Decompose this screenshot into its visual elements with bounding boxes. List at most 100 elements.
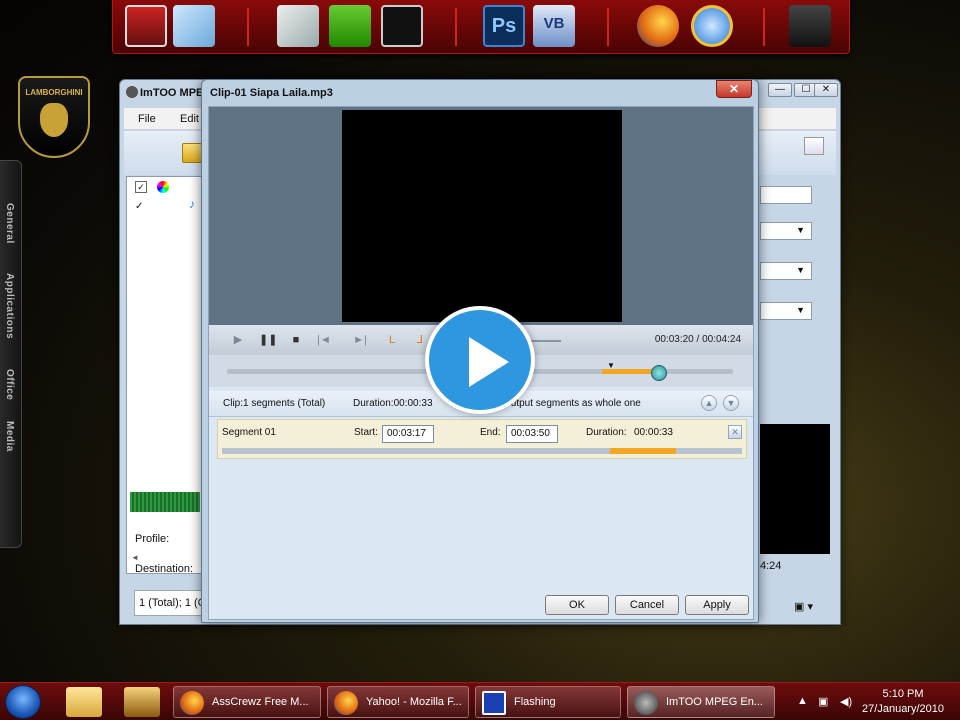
menu-file[interactable]: File [138, 113, 156, 125]
visual-basic-icon[interactable]: VB [533, 5, 575, 47]
waveform [130, 492, 200, 512]
segment-row[interactable]: Segment 01 Start: 00:03:17 End: 00:03:50… [217, 419, 747, 459]
destination-label: Destination: [135, 563, 194, 575]
taskbar-item-label: ImTOO MPEG En... [666, 696, 763, 708]
menu-edit[interactable]: Edit [180, 113, 199, 125]
photoshop-icon[interactable]: Ps [483, 5, 525, 47]
status-bar: 1 (Total); 1 (C [134, 590, 208, 616]
scroll-left-icon[interactable]: ◄ [131, 553, 139, 562]
profile-label: Profile: [135, 533, 170, 545]
volume-slider[interactable] [531, 340, 561, 342]
volume-icon[interactable]: ◀) [840, 695, 852, 708]
lamborghini-logo: LAMBORGHINI [18, 76, 90, 158]
seek-handle[interactable] [651, 365, 667, 381]
camera-icon[interactable]: ▣ ▾ [794, 600, 813, 613]
play-overlay-button[interactable] [425, 306, 535, 414]
taskbar-item-flashing[interactable]: Flashing [475, 686, 621, 718]
remove-segment-icon[interactable]: ✕ [728, 425, 742, 439]
side-tab-office[interactable]: Office [4, 369, 15, 400]
firefox-icon [180, 691, 204, 715]
taskbar-item-label: Flashing [514, 696, 556, 708]
film-reel-icon [634, 691, 658, 715]
mark-in-icon[interactable]: L [385, 333, 399, 347]
checkbox[interactable]: ✓ [135, 201, 143, 212]
monitor-icon[interactable] [125, 5, 167, 47]
duration-label: Duration: [586, 427, 627, 438]
stop-icon[interactable]: ■ [289, 333, 303, 347]
color-wheel-icon [157, 181, 169, 193]
media-icon[interactable] [381, 5, 423, 47]
segment-range [610, 448, 676, 454]
folder-icon[interactable] [277, 5, 319, 47]
output-option-label[interactable]: Output segments as whole one [503, 398, 641, 409]
top-dock: Ps VB [112, 0, 850, 54]
firefox-icon[interactable] [637, 5, 679, 47]
app-icon [126, 86, 138, 98]
move-down-icon[interactable]: ▼ [723, 395, 739, 411]
firefox-icon [334, 691, 358, 715]
ok-button[interactable]: OK [545, 595, 609, 615]
mark-out-icon[interactable]: ⅃ [413, 333, 427, 347]
system-clock[interactable]: 5:10 PM 27/January/2010 [862, 687, 944, 717]
notepad-icon[interactable] [173, 5, 215, 47]
taskbar-item-imtoo[interactable]: ImTOO MPEG En... [627, 686, 775, 718]
video-area [209, 107, 753, 325]
clock-time: 5:10 PM [882, 688, 924, 700]
time-display: 00:03:20 / 00:04:24 [654, 334, 741, 345]
dock-separator [607, 8, 609, 46]
clip-info: Clip:1 segments (Total) [223, 398, 326, 409]
end-time-field[interactable]: 00:03:50 [506, 425, 558, 443]
previous-frame-icon[interactable]: |◄ [317, 333, 331, 347]
show-hidden-icons-icon[interactable]: ▲ [797, 695, 808, 707]
play-icon[interactable]: ▶ [231, 333, 245, 347]
pinned-app-icon[interactable] [124, 687, 160, 717]
total-duration: Duration:00:00:33 [353, 398, 433, 409]
side-tab-general[interactable]: General [4, 203, 15, 244]
taskbar-item-firefox-1[interactable]: AssCrewz Free M... [173, 686, 321, 718]
alienware-icon[interactable] [789, 5, 831, 47]
video-screen [342, 110, 622, 322]
app-icon [482, 691, 506, 715]
position-marker-icon[interactable]: ▼ [607, 361, 615, 370]
pause-icon[interactable]: ❚❚ [259, 333, 277, 347]
close-button[interactable]: ✕ [814, 83, 838, 97]
start-time-field[interactable]: 00:03:17 [382, 425, 434, 443]
minimize-button[interactable]: — [768, 83, 792, 97]
apply-button[interactable]: Apply [685, 595, 749, 615]
folder-icon[interactable] [66, 687, 102, 717]
preview-time: 4:24 [760, 560, 782, 572]
task-icon[interactable] [329, 5, 371, 47]
play-icon [469, 337, 509, 387]
side-tab-media[interactable]: Media [4, 421, 15, 452]
close-button[interactable]: ✕ [716, 80, 752, 98]
segment-name: Segment 01 [222, 427, 276, 438]
taskbar-item-label: Yahoo! - Mozilla F... [366, 696, 462, 708]
end-label: End: [480, 427, 501, 438]
start-button[interactable] [5, 685, 41, 719]
taskbar-item-firefox-2[interactable]: Yahoo! - Mozilla F... [327, 686, 469, 718]
network-icon[interactable]: ▣ [818, 695, 828, 708]
dialog-title: Clip-01 Siapa Laila.mp3 [210, 87, 333, 99]
preview-pane [760, 424, 830, 554]
dock-separator [455, 8, 457, 46]
dock-separator [247, 8, 249, 46]
start-label: Start: [354, 427, 378, 438]
next-frame-icon[interactable]: ►| [353, 333, 367, 347]
text-field[interactable] [760, 186, 812, 204]
checkbox[interactable]: ✓ [135, 181, 147, 193]
move-up-icon[interactable]: ▲ [701, 395, 717, 411]
dropdown[interactable]: ▼ [760, 222, 812, 240]
dropdown[interactable]: ▼ [760, 262, 812, 280]
bull-icon [40, 103, 68, 137]
cancel-button[interactable]: Cancel [615, 595, 679, 615]
internet-explorer-icon[interactable] [691, 5, 733, 47]
dropdown[interactable]: ▼ [760, 302, 812, 320]
add-file-icon[interactable] [182, 143, 202, 163]
chevron-down-icon: ▼ [796, 225, 805, 235]
side-tab-applications[interactable]: Applications [4, 273, 15, 339]
chevron-down-icon: ▼ [796, 305, 805, 315]
edit-icon[interactable] [804, 137, 824, 155]
clock-date: 27/January/2010 [862, 703, 944, 715]
dock-separator [763, 8, 765, 46]
file-list: ✓ ✓ ♪ ◄ [126, 176, 206, 574]
